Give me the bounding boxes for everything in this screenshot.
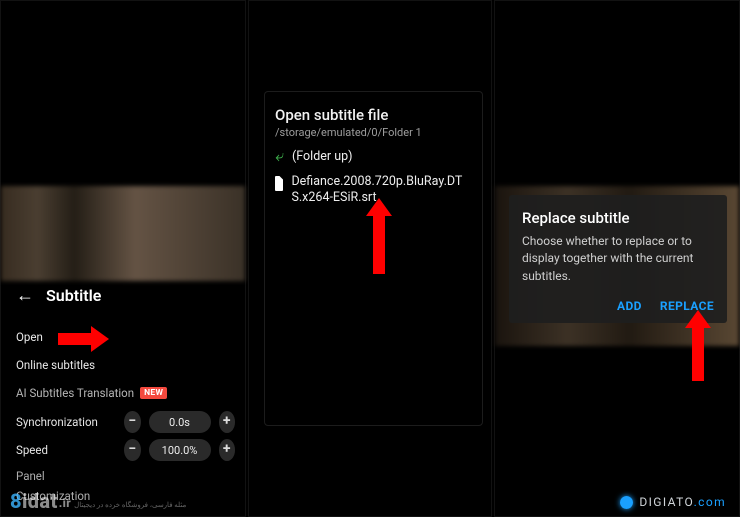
open-subtitle-dialog-title: Open subtitle file <box>275 106 472 124</box>
back-icon[interactable]: ← <box>16 285 34 306</box>
replace-button[interactable]: REPLACE <box>660 299 714 313</box>
synchronization-increment-button[interactable]: + <box>219 411 236 433</box>
subtitle-file-name: Defiance.2008.720p.BluRay.DTS.x264-ESiR.… <box>291 174 472 207</box>
panel-subtitle-menu: ← Subtitle Open Online subtitles AI Subt… <box>0 0 246 517</box>
replace-subtitle-dialog-actions: ADD REPLACE <box>522 299 714 313</box>
watermark-digiato-text: DIGIATO <box>639 495 693 509</box>
option-online-subtitles[interactable]: Online subtitles <box>16 351 235 379</box>
speed-increment-button[interactable]: + <box>219 439 236 461</box>
watermark-8idat-text: idat <box>22 491 58 511</box>
speed-value: 100.0% <box>149 439 211 461</box>
open-subtitle-dialog-path: /storage/emulated/0/Folder 1 <box>275 126 472 139</box>
speed-decrement-button[interactable]: − <box>124 439 141 461</box>
synchronization-value: 0.0s <box>149 411 211 433</box>
option-ai-translation-label: AI Subtitles Translation <box>16 386 134 400</box>
file-icon <box>275 176 283 191</box>
watermark-8idat-suffix: .ir <box>59 497 71 509</box>
digiato-logo-icon <box>620 496 633 509</box>
replace-subtitle-dialog: Replace subtitle Choose whether to repla… <box>509 195 727 323</box>
option-panel[interactable]: Panel <box>16 469 235 483</box>
subtitle-header-title: Subtitle <box>46 286 101 305</box>
panel-open-subtitle-file: Open subtitle file /storage/emulated/0/F… <box>248 0 492 517</box>
folder-up-label: (Folder up) <box>292 149 353 164</box>
subtitle-header: ← Subtitle <box>16 285 235 306</box>
synchronization-decrement-button[interactable]: − <box>124 411 141 433</box>
add-button[interactable]: ADD <box>617 299 642 313</box>
option-online-subtitles-label: Online subtitles <box>16 358 95 372</box>
watermark-digiato-com: com <box>698 495 726 509</box>
option-panel-label: Panel <box>16 469 45 483</box>
watermark-8idat-accent: 8 <box>10 491 22 511</box>
watermark-digiato: DIGIATO.com <box>620 495 726 509</box>
option-ai-translation[interactable]: AI Subtitles Translation NEW <box>16 379 235 407</box>
video-background <box>1 186 245 281</box>
synchronization-label: Synchronization <box>16 415 116 429</box>
open-subtitle-dialog: Open subtitle file /storage/emulated/0/F… <box>264 91 483 426</box>
option-open[interactable]: Open <box>16 323 235 351</box>
replace-subtitle-dialog-body: Choose whether to replace or to display … <box>522 233 714 285</box>
option-open-label: Open <box>16 330 43 344</box>
subtitle-option-list: Open Online subtitles AI Subtitles Trans… <box>16 323 235 503</box>
folder-up-icon: ⤷ <box>275 149 284 163</box>
new-badge: NEW <box>140 387 167 399</box>
subtitle-file-row[interactable]: Defiance.2008.720p.BluRay.DTS.x264-ESiR.… <box>275 174 472 207</box>
replace-subtitle-dialog-title: Replace subtitle <box>522 209 714 227</box>
folder-up-row[interactable]: ⤷ (Folder up) <box>275 149 472 164</box>
speed-label: Speed <box>16 443 116 457</box>
synchronization-row: Synchronization − 0.0s + <box>16 409 235 435</box>
watermark-8idat-tagline: مثله فارسی، فروشگاه خرده در دیجیتال <box>74 502 186 509</box>
speed-row: Speed − 100.0% + <box>16 437 235 463</box>
watermark-8idat: 8 idat .ir مثله فارسی، فروشگاه خرده در د… <box>10 491 186 511</box>
panel-replace-subtitle: Replace subtitle Choose whether to repla… <box>494 0 740 517</box>
